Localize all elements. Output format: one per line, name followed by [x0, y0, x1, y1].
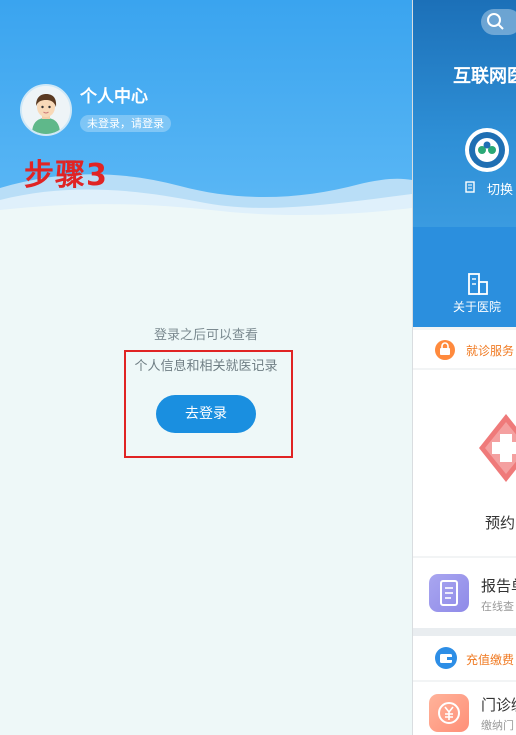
search-icon[interactable]: [486, 12, 506, 32]
appointment-label: 预约: [485, 514, 516, 532]
report-subtitle: 在线查: [481, 600, 514, 613]
hospital-logo-icon: [465, 128, 509, 172]
lock-bag-icon: [435, 340, 455, 360]
highlight-box: [124, 350, 293, 458]
section-divider: [413, 628, 516, 636]
outpatient-payment-title: 门诊缴: [481, 696, 516, 714]
user-center-drawer: 个人中心 未登录，请登录 步骤3 登录之后可以查看 个人信息和相关就医记录 去登…: [0, 0, 412, 735]
avatar[interactable]: [20, 84, 72, 136]
section-label-recharge: 充值缴费: [466, 653, 515, 667]
login-status-badge[interactable]: 未登录，请登录: [80, 115, 171, 132]
building-icon[interactable]: [465, 270, 491, 296]
user-center-title: 个人中心: [80, 87, 148, 107]
switch-hospital-link[interactable]: 切换: [465, 179, 513, 198]
user-center-header: 个人中心 未登录，请登录 步骤3: [0, 0, 412, 218]
yen-coin-icon: [429, 694, 469, 732]
medical-cross-icon: [479, 414, 516, 482]
nav-item-about-hospital[interactable]: 关于医院: [453, 298, 501, 315]
report-title: 报告单: [481, 577, 516, 595]
home-screen: 互联网医 切换 关于医院 就诊服务 预约: [412, 0, 516, 735]
section-label-visit-services: 就诊服务: [466, 344, 515, 358]
login-hint-line1: 登录之后可以查看: [153, 328, 258, 343]
wallet-icon: [435, 647, 457, 669]
switch-label: 切换: [487, 183, 514, 198]
step-annotation: 步骤3: [24, 158, 108, 193]
hospital-title: 互联网医: [453, 66, 516, 87]
clipboard-icon: [429, 574, 469, 612]
user-avatar-icon: [22, 86, 70, 134]
outpatient-payment-subtitle: 缴纳门: [481, 719, 514, 732]
